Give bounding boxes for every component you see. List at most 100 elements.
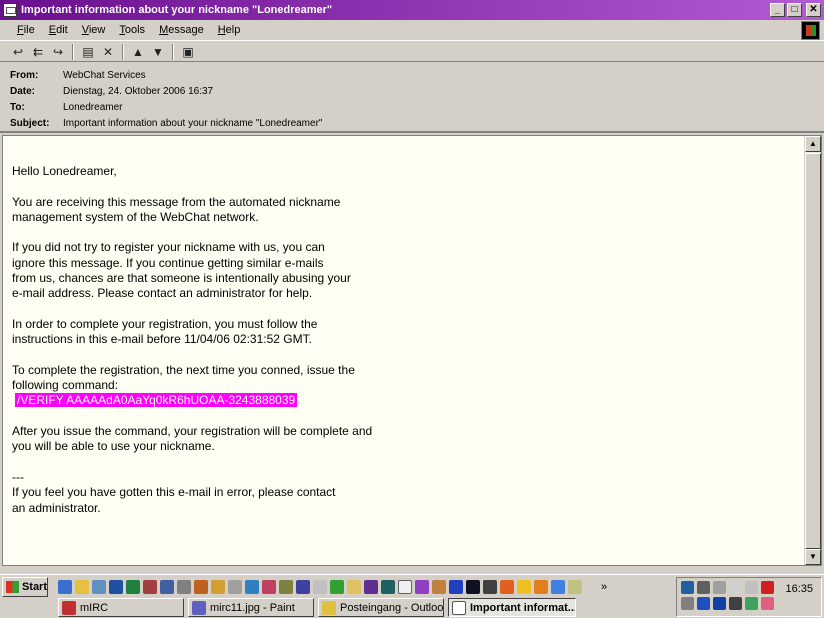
task-paint[interactable]: mirc11.jpg - Paint — [188, 598, 314, 617]
print-icon[interactable]: ▤ — [78, 43, 98, 61]
app-icon[interactable] — [466, 580, 480, 594]
app-icon[interactable] — [697, 597, 710, 610]
app-icon[interactable] — [729, 597, 742, 610]
network-icon[interactable] — [681, 581, 694, 594]
message-window-icon[interactable] — [3, 3, 17, 17]
app-icon[interactable] — [432, 580, 446, 594]
antivirus-icon[interactable] — [761, 581, 774, 594]
reply-all-icon[interactable]: ⇇ — [28, 43, 48, 61]
mail-message-icon — [452, 600, 466, 615]
app-icon[interactable] — [713, 597, 726, 610]
task-outlook[interactable]: Posteingang - Outloo... — [318, 598, 444, 617]
app-icon[interactable] — [262, 580, 276, 594]
window-icon[interactable] — [245, 580, 259, 594]
windows-flag-icon — [801, 21, 820, 40]
message-body-pane[interactable]: Hello Lonedreamer, You are receiving thi… — [2, 135, 822, 566]
previous-icon[interactable]: ▲ — [128, 43, 148, 61]
app-icon[interactable] — [279, 580, 293, 594]
app-icon[interactable] — [568, 580, 582, 594]
app-icon[interactable] — [761, 597, 774, 610]
app-icon[interactable] — [517, 580, 531, 594]
delete-icon[interactable]: ✕ — [98, 43, 118, 61]
scroll-up-button[interactable]: ▲ — [805, 136, 821, 152]
app-icon[interactable] — [551, 580, 565, 594]
tree-icon[interactable] — [330, 580, 344, 594]
app-icon[interactable] — [194, 580, 208, 594]
ftp-icon[interactable] — [160, 580, 174, 594]
close-button[interactable]: ✕ — [806, 3, 821, 17]
date-value: Dienstag, 24. Oktober 2006 16:37 — [63, 85, 214, 97]
volume-icon[interactable] — [729, 581, 742, 594]
app-icon[interactable] — [347, 580, 361, 594]
date-label: Date: — [10, 85, 36, 97]
document-icon[interactable] — [313, 580, 327, 594]
app-icon[interactable] — [415, 580, 429, 594]
app-icon[interactable] — [296, 580, 310, 594]
excel-icon[interactable] — [126, 580, 140, 594]
menu-message[interactable]: Message — [152, 24, 211, 36]
vertical-scrollbar[interactable]: ▲ ▼ — [804, 136, 821, 565]
menu-tools[interactable]: Tools — [112, 24, 152, 36]
windows-logo-icon — [6, 581, 19, 593]
font-icon[interactable] — [398, 580, 412, 594]
book-icon[interactable] — [211, 580, 225, 594]
app-icon[interactable] — [500, 580, 514, 594]
app-icon[interactable] — [483, 580, 497, 594]
outlook-icon — [322, 600, 336, 615]
app-icon[interactable] — [143, 580, 157, 594]
scroll-thumb[interactable] — [805, 153, 821, 549]
maximize-button[interactable]: □ — [787, 3, 802, 17]
app-icon[interactable] — [449, 580, 463, 594]
scroll-down-button[interactable]: ▼ — [805, 549, 821, 565]
app-icon[interactable] — [381, 580, 395, 594]
start-button[interactable]: Start — [2, 577, 48, 597]
folder-icon[interactable] — [75, 580, 89, 594]
paragraph-intro: You are receiving this message from the … — [12, 194, 341, 224]
taskbar: Start » mIRC mirc11.jpg - Paint Posteing… — [0, 574, 824, 618]
signature-separator: --- — [12, 469, 24, 484]
toolbar-separator — [72, 43, 74, 60]
to-label: To: — [10, 101, 25, 113]
quick-launch: » — [58, 578, 607, 596]
menu-edit[interactable]: Edit — [42, 24, 75, 36]
minimize-button[interactable]: _ — [770, 3, 785, 17]
next-icon[interactable]: ▼ — [148, 43, 168, 61]
keyboard-icon[interactable] — [713, 581, 726, 594]
word-icon[interactable] — [109, 580, 123, 594]
address-book-icon[interactable]: ▣ — [178, 43, 198, 61]
verify-command[interactable]: /VERIFY AAAAAdA0AaYq0kR6hUOAA-3243888039 — [15, 393, 298, 408]
task-mirc[interactable]: mIRC — [58, 598, 184, 617]
reply-icon[interactable]: ↩ — [8, 43, 28, 61]
system-tray: 16:35 — [676, 577, 822, 617]
app-icon[interactable] — [745, 597, 758, 610]
app-icon[interactable] — [534, 580, 548, 594]
app-icon[interactable] — [681, 597, 694, 610]
task-important-message[interactable]: Important informat... — [448, 598, 576, 617]
app-icon[interactable] — [228, 580, 242, 594]
paragraph-error: If you feel you have gotten this e-mail … — [12, 485, 336, 515]
menu-file[interactable]: File — [10, 24, 42, 36]
title-bar[interactable]: Important information about your nicknam… — [0, 0, 824, 20]
explorer-icon[interactable] — [92, 580, 106, 594]
menu-bar: File Edit View Tools Message Help — [0, 20, 824, 41]
clock[interactable]: 16:35 — [785, 583, 813, 595]
app-icon[interactable] — [745, 581, 758, 594]
quick-launch-overflow-icon[interactable]: » — [601, 581, 607, 593]
task-label: mIRC — [80, 601, 109, 614]
toolbar-separator — [172, 43, 174, 60]
monitor-icon[interactable] — [697, 581, 710, 594]
tool-icon[interactable] — [177, 580, 191, 594]
subject-label: Subject: — [10, 117, 50, 129]
menu-view[interactable]: View — [75, 24, 113, 36]
app-icon[interactable] — [364, 580, 378, 594]
tray-icons — [681, 581, 777, 610]
message-text[interactable]: Hello Lonedreamer, You are receiving thi… — [12, 164, 802, 516]
paragraph-complete: After you issue the command, your regist… — [12, 424, 373, 454]
paragraph-deadline: In order to complete your registration, … — [12, 316, 318, 347]
toolbar: ↩ ⇇ ↪ ▤ ✕ ▲ ▼ ▣ — [0, 42, 824, 62]
menu-help[interactable]: Help — [211, 24, 248, 36]
browser-icon[interactable] — [58, 580, 72, 594]
forward-icon[interactable]: ↪ — [48, 43, 68, 61]
window-controls: _ □ ✕ — [770, 3, 821, 17]
paint-icon — [192, 600, 206, 615]
